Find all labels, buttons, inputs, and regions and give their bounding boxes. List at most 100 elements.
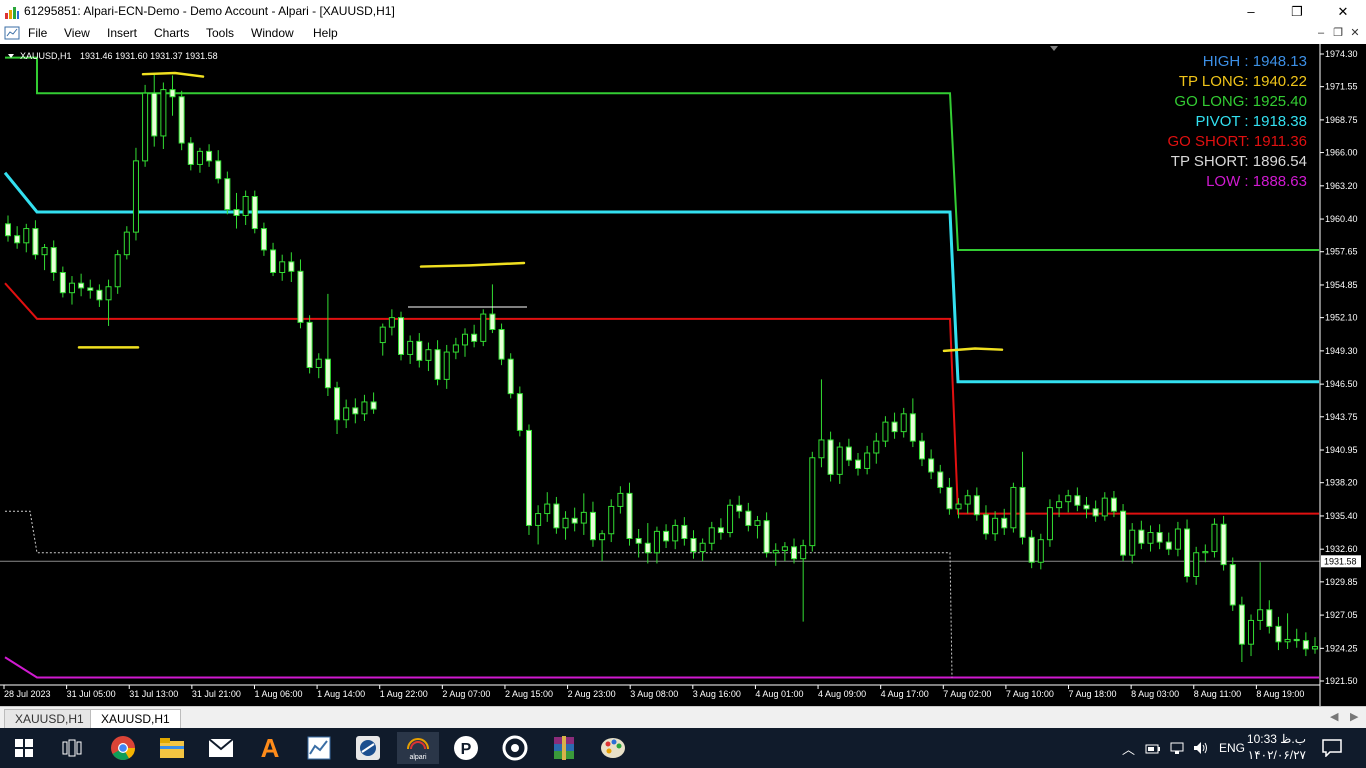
candle-body — [242, 196, 249, 216]
clock[interactable]: 10:33 ب.ظ ۱۴۰۲/۰۶/۲۷ — [1247, 731, 1306, 763]
chart-app-icon[interactable] — [303, 732, 335, 764]
p-app-icon[interactable]: P — [450, 732, 482, 764]
minimize-button[interactable]: – — [1228, 0, 1274, 23]
chrome-icon[interactable] — [107, 732, 139, 764]
candle-body — [854, 459, 862, 469]
candle-body — [973, 495, 980, 516]
candle-body — [334, 387, 341, 421]
alpari-icon[interactable]: alpari — [397, 732, 439, 764]
candle-body — [288, 261, 295, 272]
candle-body — [187, 142, 194, 165]
task-view-icon[interactable] — [56, 732, 88, 764]
candle-body — [727, 504, 734, 534]
chart-window-icon[interactable] — [4, 25, 20, 41]
child-minimize-button[interactable]: – — [1314, 26, 1328, 40]
title-bar: 61295851: Alpari-ECN-Demo - Demo Account… — [0, 0, 1366, 23]
candle-body — [690, 538, 697, 553]
candle-body — [96, 289, 103, 301]
price-axis-label: 1946.50 — [1325, 379, 1358, 389]
candle-body — [178, 96, 185, 144]
power-icon[interactable] — [1145, 728, 1161, 768]
candle-body — [1083, 504, 1090, 510]
notifications-icon[interactable] — [1322, 728, 1342, 768]
time-axis-label: 8 Aug 19:00 — [1256, 689, 1304, 699]
winrar-icon[interactable] — [548, 732, 580, 764]
chart-tab-2[interactable]: XAUUSD,H1 — [90, 709, 181, 729]
menu-window[interactable]: Window — [251, 26, 294, 40]
child-restore-button[interactable]: ❐ — [1331, 26, 1345, 40]
menu-file[interactable]: File — [28, 26, 47, 40]
chart-tab-1[interactable]: XAUUSD,H1 — [4, 709, 95, 729]
paint-icon[interactable] — [597, 732, 629, 764]
candle-body — [754, 520, 761, 526]
indicator-step-line — [3, 171, 1319, 384]
time-axis-label: 3 Aug 08:00 — [630, 689, 678, 699]
level-name: LOW : — [1206, 173, 1253, 190]
price-axis-label: 1960.40 — [1325, 214, 1358, 224]
tab-scroll-left-icon[interactable]: ◀ — [1330, 710, 1338, 723]
menu-tools[interactable]: Tools — [206, 26, 234, 40]
candle-body — [297, 270, 304, 323]
network-icon[interactable] — [1169, 728, 1185, 768]
candle-body — [1165, 541, 1172, 550]
chart-area[interactable]: 1974.30 1971.55 1968.75 1966.00 1963.20 1960.… — [0, 44, 1366, 706]
candle-body — [918, 440, 925, 460]
level-label: GO SHORT: 1911.36 — [1167, 133, 1307, 150]
network-app-icon[interactable] — [352, 732, 384, 764]
show-hidden-icons-icon[interactable]: ︿ — [1122, 728, 1135, 768]
close-button[interactable]: ✕ — [1320, 0, 1366, 23]
candle-body — [580, 511, 587, 524]
candle-body — [23, 228, 30, 244]
candle-body — [224, 178, 231, 211]
shift-marker-icon — [1050, 46, 1058, 51]
file-explorer-icon[interactable] — [156, 732, 188, 764]
price-axis-label: 1940.95 — [1325, 445, 1358, 455]
price-axis-label: 1957.65 — [1325, 247, 1358, 257]
windows-start-icon[interactable] — [8, 732, 40, 764]
child-close-button[interactable]: ✕ — [1348, 26, 1362, 40]
chart-ohlc: 1931.46 1931.60 1931.37 1931.58 — [80, 51, 218, 61]
price-chart[interactable]: 1974.30 1971.55 1968.75 1966.00 1963.20 1960.… — [0, 44, 1366, 706]
candle-body — [1120, 510, 1127, 556]
level-value: 1896.54 — [1253, 153, 1307, 170]
candle-body — [699, 542, 706, 553]
menu-charts[interactable]: Charts — [154, 26, 189, 40]
level-name: TP SHORT: — [1171, 153, 1253, 170]
price-axis-label: 1966.00 — [1325, 148, 1358, 158]
candle-body — [388, 317, 395, 328]
chart-header: XAUUSD,H1 1931.46 1931.60 1931.37 1931.5… — [20, 51, 218, 61]
candle-body — [827, 439, 834, 475]
app-a-icon[interactable]: A — [254, 732, 286, 764]
candle-body — [361, 401, 368, 415]
maximize-button[interactable]: ❐ — [1274, 0, 1320, 23]
candle-body — [1284, 638, 1291, 643]
level-value: 1925.40 — [1253, 93, 1307, 110]
candle-body — [1184, 528, 1191, 577]
menu-help[interactable]: Help — [313, 26, 338, 40]
candle-body — [672, 524, 679, 542]
language-indicator[interactable]: ENG — [1219, 728, 1245, 768]
candle-body — [653, 530, 660, 554]
candle-body — [964, 495, 971, 505]
level-name: TP LONG: — [1179, 73, 1253, 90]
tab-scroll-right-icon[interactable]: ▶ — [1350, 710, 1358, 723]
menu-view[interactable]: View — [64, 26, 90, 40]
mail-icon[interactable] — [205, 732, 237, 764]
time-axis-label: 31 Jul 13:00 — [129, 689, 178, 699]
candle-body — [68, 282, 75, 294]
candle-body — [1019, 486, 1026, 538]
price-axis-label: 1954.85 — [1325, 280, 1358, 290]
candle-body — [864, 452, 871, 469]
candle-body — [1311, 646, 1319, 650]
volume-icon[interactable] — [1193, 728, 1209, 768]
menu-bar: File View Insert Charts Tools Window Hel… — [0, 23, 1366, 45]
price-axis-label: 1963.20 — [1325, 181, 1358, 191]
candle-body — [343, 407, 350, 421]
candle-body — [1056, 501, 1063, 509]
level-label: TP SHORT: 1896.54 — [1171, 153, 1307, 170]
candle-body — [571, 517, 578, 524]
menu-insert[interactable]: Insert — [107, 26, 137, 40]
target-app-icon[interactable] — [499, 732, 531, 764]
time-axis-label: 31 Jul 21:00 — [192, 689, 241, 699]
candle-body — [1092, 508, 1099, 517]
